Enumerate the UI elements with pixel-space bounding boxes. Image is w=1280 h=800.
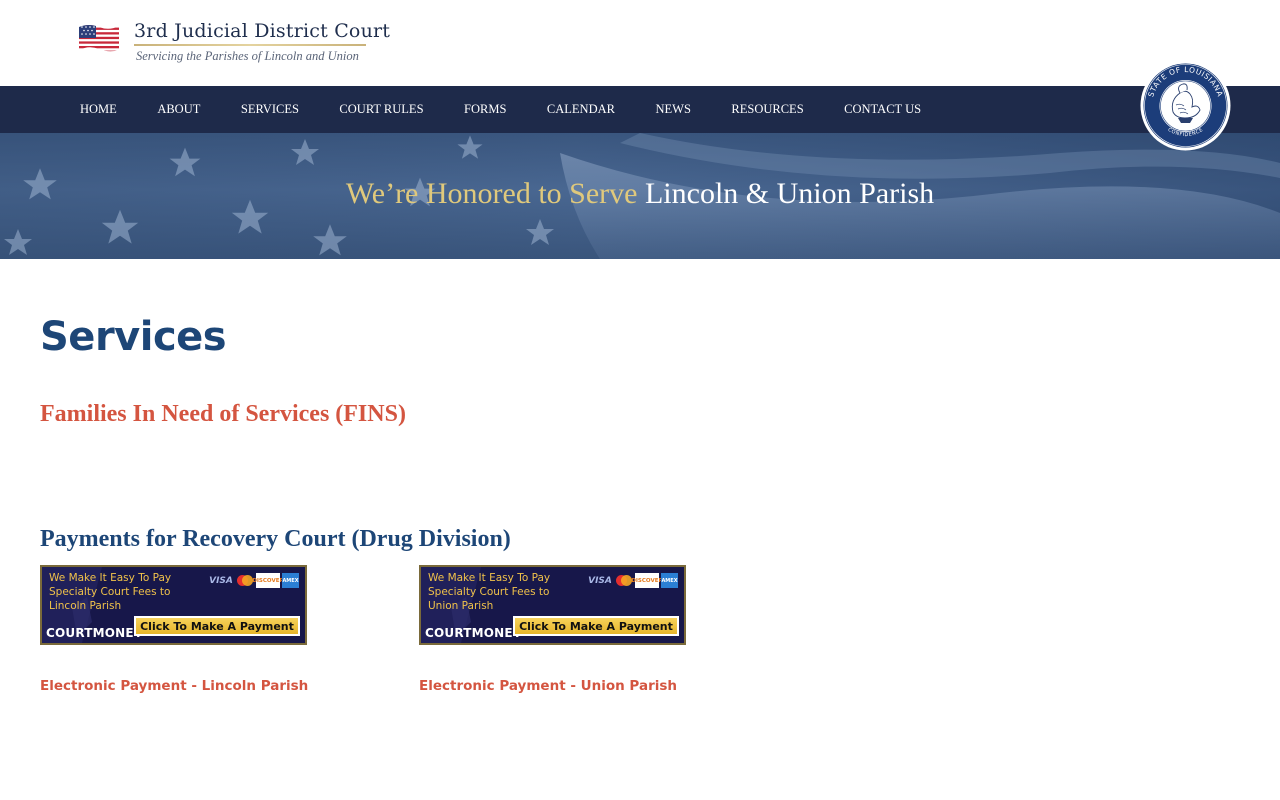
mastercard-icon: [237, 575, 253, 586]
hero-tagline-gold: We’re Honored to Serve: [345, 177, 638, 210]
visa-card-icon: VISA: [209, 575, 233, 586]
banner-tagline-line: We Make It Easy To Pay: [428, 572, 551, 584]
hero-banner: We’re Honored to Serve Lincoln & Union P…: [0, 133, 1280, 259]
fins-heading-link[interactable]: Families In Need of Services (FINS): [40, 401, 406, 428]
make-payment-button[interactable]: Click To Make A Payment: [134, 616, 300, 636]
hero-tagline: We’re Honored to Serve Lincoln & Union P…: [0, 177, 1280, 211]
nav-item-forms[interactable]: FORMS: [464, 102, 506, 117]
nav-item-court-rules[interactable]: COURT RULES: [339, 102, 423, 117]
logo-text: 3rd Judicial District Court Servicing th…: [134, 18, 390, 64]
nav-item-home[interactable]: HOME: [80, 102, 117, 117]
amex-card-icon: AMEX: [661, 573, 678, 588]
discover-card-icon: DISCOVER: [252, 573, 284, 588]
payment-card-logos: VISA DISCOVER AMEX: [208, 573, 299, 588]
nav-item-news[interactable]: NEWS: [655, 102, 690, 117]
nav-list: HOME ABOUT SERVICES COURT RULES FORMS CA…: [80, 86, 962, 133]
site-title: 3rd Judicial District Court: [134, 20, 391, 42]
site-subtitle: Servicing the Parishes of Lincoln and Un…: [136, 49, 359, 63]
page-title: Services: [40, 314, 227, 360]
amex-card-icon: AMEX: [282, 573, 299, 588]
nav-item-calendar[interactable]: CALENDAR: [547, 102, 615, 117]
banner-tagline: We Make It Easy To Pay Specialty Court F…: [428, 571, 578, 613]
site-logo-link[interactable]: 3rd Judicial District Court Servicing th…: [78, 18, 390, 64]
louisiana-state-seal-icon: STATE OF LOUISIANA CONFIDENCE: [1140, 60, 1231, 151]
electronic-payment-lincoln-link[interactable]: Electronic Payment - Lincoln Parish: [40, 678, 308, 694]
courtmoney-banner-union[interactable]: We Make It Easy To Pay Specialty Court F…: [419, 565, 686, 645]
american-flag-icon: [79, 25, 119, 52]
site-header: 3rd Judicial District Court Servicing th…: [0, 0, 1280, 86]
mastercard-icon: [616, 575, 632, 586]
nav-item-services[interactable]: SERVICES: [241, 102, 299, 117]
banner-tagline-line: Lincoln Parish: [49, 600, 122, 612]
hero-tagline-white: Lincoln & Union Parish: [644, 177, 935, 210]
banner-tagline-line: Union Parish: [428, 600, 494, 612]
courtmoney-logo: COURTMONEY: [425, 626, 522, 640]
banner-tagline-line: Specialty Court Fees to: [49, 586, 171, 598]
discover-card-icon: DISCOVER: [631, 573, 663, 588]
logo-divider: [134, 44, 366, 46]
make-payment-button[interactable]: Click To Make A Payment: [513, 616, 679, 636]
payment-card-logos: VISA DISCOVER AMEX: [587, 573, 678, 588]
nav-item-resources[interactable]: RESOURCES: [731, 102, 803, 117]
banner-tagline-line: Specialty Court Fees to: [428, 586, 550, 598]
visa-card-icon: VISA: [588, 575, 612, 586]
payments-heading: Payments for Recovery Court (Drug Divisi…: [40, 526, 511, 552]
electronic-payment-union-link[interactable]: Electronic Payment - Union Parish: [419, 678, 677, 694]
main-nav: HOME ABOUT SERVICES COURT RULES FORMS CA…: [0, 86, 1280, 133]
nav-item-about[interactable]: ABOUT: [157, 102, 200, 117]
courtmoney-logo: COURTMONEY: [46, 626, 143, 640]
banner-tagline-line: We Make It Easy To Pay: [49, 572, 172, 584]
courtmoney-banner-lincoln[interactable]: We Make It Easy To Pay Specialty Court F…: [40, 565, 307, 645]
banner-tagline: We Make It Easy To Pay Specialty Court F…: [49, 571, 199, 613]
nav-item-contact-us[interactable]: CONTACT US: [844, 102, 921, 117]
